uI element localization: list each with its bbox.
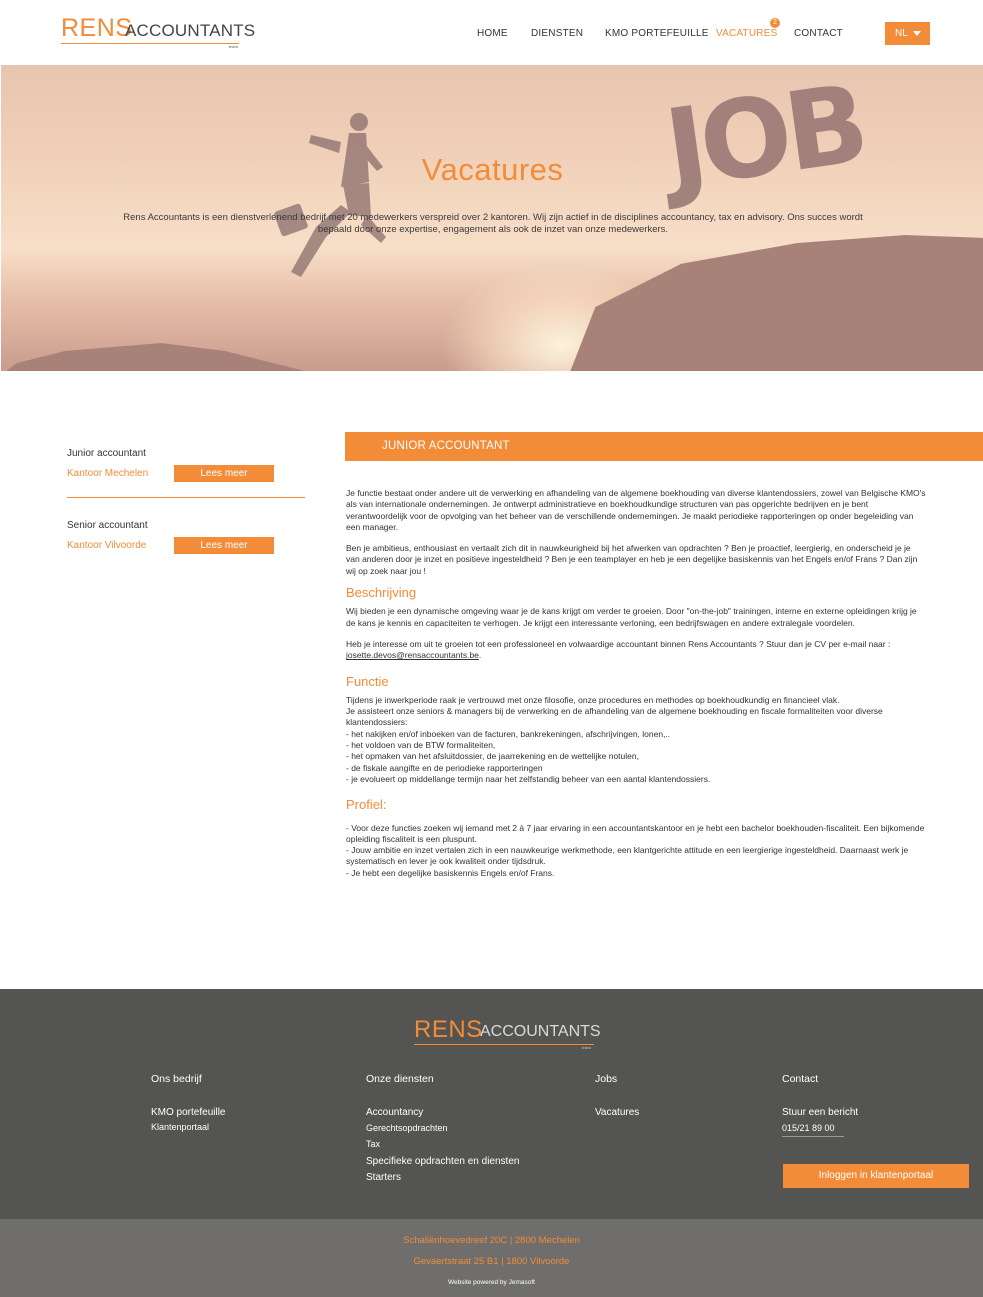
footer-col-company: Ons bedrijf KMO portefeuille Klantenport… [151, 1073, 225, 1132]
footer-link-accountancy[interactable]: Accountancy [366, 1107, 519, 1118]
address-vilvoorde: Gevaertstraat 25 B1 | 1800 Vilvoorde [413, 1256, 570, 1267]
footer-link-gerechtsopdrachten[interactable]: Gerechtsopdrachten [366, 1123, 519, 1133]
cliff-left-image [1, 343, 321, 371]
footer-link-tax[interactable]: Tax [366, 1139, 519, 1149]
beschrijving-paragraph: Wij bieden je een dynamische omgeving wa… [346, 606, 917, 628]
list-item: Junior accountant Kantoor Mechelen Lees … [67, 448, 307, 514]
section-heading-functie: Functie [346, 673, 389, 689]
footer-link-message[interactable]: Stuur een bericht [782, 1107, 858, 1118]
job-office[interactable]: Kantoor Mechelen [67, 468, 148, 479]
functie-text: Tijdens je inwerkperiode raak je vertrou… [346, 694, 840, 705]
language-label: NL [895, 28, 908, 39]
job-detail-header: JUNIOR ACCOUNTANT [345, 432, 983, 461]
footer-col-contact: Contact Stuur een bericht 015/21 89 00 [782, 1073, 858, 1137]
nav-vacatures[interactable]: VACATURES [716, 28, 777, 39]
list-item: - Voor deze functies zoeken wij iemand m… [346, 822, 925, 844]
nav-kmo-portefeuille[interactable]: KMO PORTEFEUILLE [605, 28, 709, 39]
footer-col-services: Onze diensten Accountancy Gerechtsopdrac… [366, 1073, 519, 1183]
footer-link-klantenportaal[interactable]: Klantenportaal [151, 1122, 225, 1132]
read-more-button[interactable]: Lees meer [174, 537, 274, 554]
footer-logo[interactable]: RENS ACCOUNTANTS bvba [414, 1016, 604, 1050]
section-heading-profiel: Profiel: [346, 797, 387, 813]
logo-underline [61, 43, 239, 44]
logo-suffix: bvba [229, 44, 238, 49]
list-item: - je evolueert op middellange termijn na… [346, 773, 711, 784]
address-bar: Schaliënhoevedreef 20C | 2800 Mechelen G… [0, 1219, 983, 1297]
footer-heading: Jobs [595, 1073, 618, 1085]
intro-paragraph: Je functie bestaat onder andere uit de v… [346, 488, 926, 532]
phone-underline [782, 1136, 844, 1137]
job-letters-image: JOB [658, 65, 871, 214]
jumping-businesswoman-image [274, 113, 386, 277]
footer-link-kmo[interactable]: KMO portefeuille [151, 1107, 225, 1118]
list-item: - Jouw ambitie en inzet vertalen zich in… [346, 845, 909, 867]
logo-accountants: ACCOUNTANTS [480, 1023, 601, 1040]
language-dropdown[interactable]: NL [885, 22, 930, 45]
job-title: Senior accountant [67, 520, 148, 531]
nav-home[interactable]: HOME [477, 28, 508, 39]
hero-banner: JOB Vacatures Rens Accountants is een di… [1, 65, 983, 371]
job-detail: JUNIOR ACCOUNTANT Je functie bestaat ond… [345, 432, 983, 878]
divider [67, 497, 305, 498]
footer-phone[interactable]: 015/21 89 00 [782, 1123, 858, 1133]
vacatures-count-badge: 2 [770, 18, 780, 28]
logo-underline [414, 1044, 594, 1045]
caret-down-icon [913, 31, 921, 36]
logo-rens: RENS [414, 1016, 483, 1043]
contact-paragraph: Heb je interesse om uit te groeien tot e… [346, 639, 926, 662]
footer-heading: Onze diensten [366, 1073, 434, 1085]
main-nav: HOME DIENSTEN KMO PORTEFEUILLE VACATURES… [0, 28, 983, 42]
functie-text: Je assisteert onze seniors & managers bi… [346, 706, 883, 728]
contact-text: Heb je interesse om uit te groeien tot e… [346, 638, 891, 649]
footer-col-jobs: Jobs Vacatures [595, 1073, 639, 1118]
nav-contact[interactable]: CONTACT [794, 28, 843, 39]
read-more-button[interactable]: Lees meer [174, 465, 274, 482]
job-title: Junior accountant [67, 448, 146, 459]
list-item: - het voldoen van de BTW formaliteiten, [346, 740, 496, 751]
powered-by[interactable]: Website powered by Jemasoft [0, 1279, 983, 1286]
nav-diensten[interactable]: DIENSTEN [531, 28, 583, 39]
client-portal-login-button[interactable]: Inloggen in klantenportaal [783, 1164, 969, 1188]
address-mechelen: Schaliënhoevedreef 20C | 2800 Mechelen [403, 1235, 580, 1246]
list-item: - het nakijken en/of inboeken van de fac… [346, 728, 671, 739]
list-item: - Je hebt een degelijke basiskennis Enge… [346, 867, 555, 878]
intro-paragraph: Ben je ambitieus, enthousiast en vertaal… [346, 543, 918, 576]
cliff-right-image [561, 235, 983, 371]
footer-link-specifieke[interactable]: Specifieke opdrachten en diensten [366, 1156, 519, 1167]
page-title: Vacatures [421, 152, 564, 187]
list-item: - het opmaken van het afsluitdossier, de… [346, 751, 639, 762]
section-heading-beschrijving: Beschrijving [346, 585, 417, 601]
profiel-paragraph: - Voor deze functies zoeken wij iemand m… [346, 823, 926, 879]
job-office[interactable]: Kantoor Vilvoorde [67, 540, 146, 551]
footer-heading: Ons bedrijf [151, 1073, 202, 1085]
contact-suffix: . [478, 650, 482, 661]
site-footer: RENS ACCOUNTANTS bvba Ons bedrijf KMO po… [0, 989, 983, 1219]
footer-link-starters[interactable]: Starters [366, 1172, 519, 1183]
footer-heading: Contact [782, 1073, 819, 1085]
list-item: Senior accountant Kantoor Vilvoorde Lees… [67, 520, 307, 586]
logo-suffix: bvba [582, 1045, 591, 1050]
footer-link-vacatures[interactable]: Vacatures [595, 1107, 639, 1118]
site-header: RENS ACCOUNTANTS bvba HOME DIENSTEN KMO … [0, 0, 983, 65]
email-link[interactable]: josette.devos@rensaccountants.be [346, 650, 479, 660]
job-detail-body: Je functie bestaat onder andere uit de v… [346, 488, 926, 889]
list-item: - de fiskale aangifte en de periodieke r… [346, 762, 543, 773]
functie-paragraph: Tijdens je inwerkperiode raak je vertrou… [346, 695, 926, 785]
job-list: Junior accountant Kantoor Mechelen Lees … [67, 448, 307, 580]
hero-intro-text: Rens Accountants is een dienstverlenend … [123, 212, 863, 235]
